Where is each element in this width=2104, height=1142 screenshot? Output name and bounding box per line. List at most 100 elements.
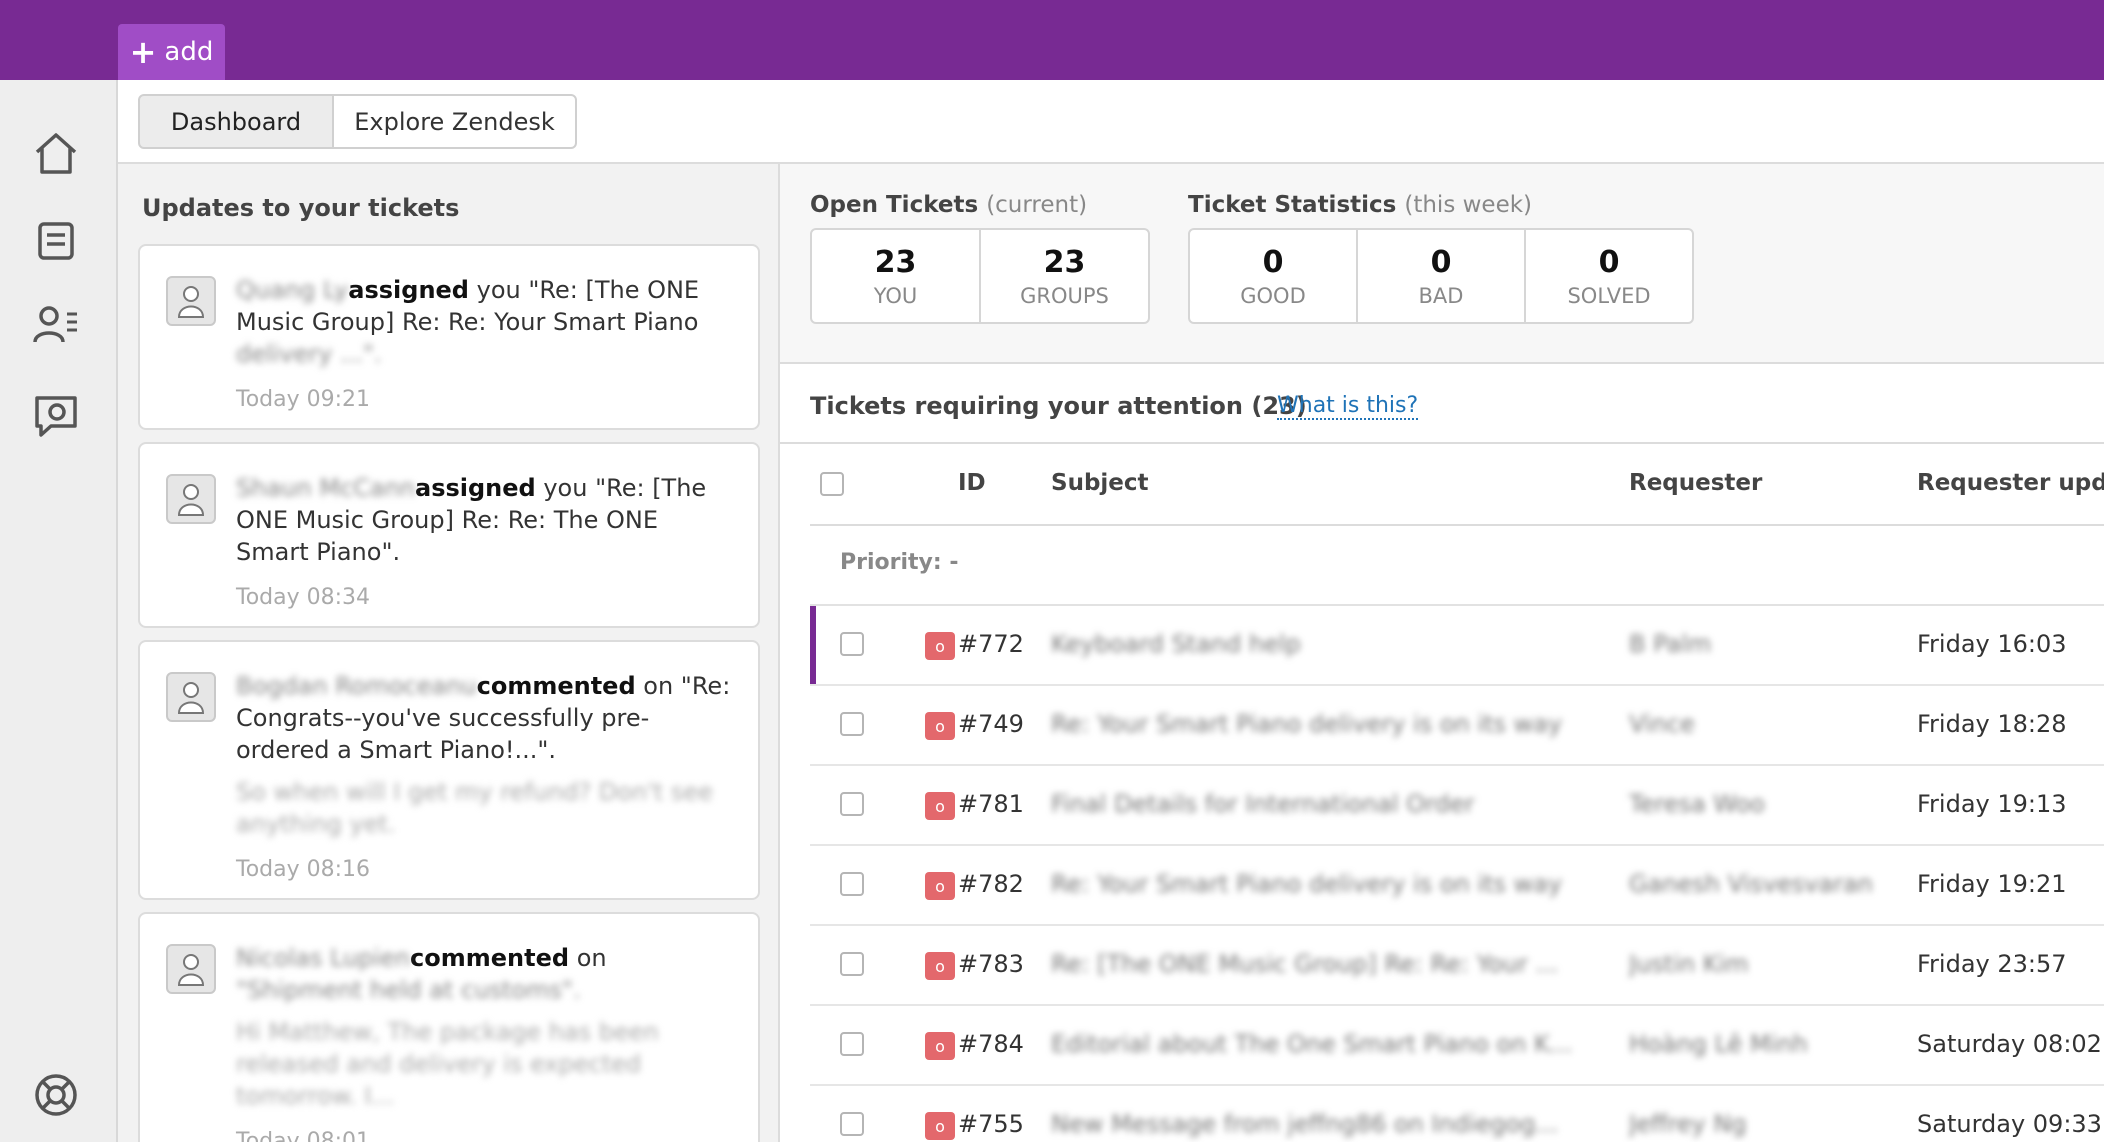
update-actor[interactable]: Bogdan Romoceanu — [236, 672, 477, 700]
home-icon[interactable] — [31, 128, 81, 178]
stat-caption: GOOD — [1240, 283, 1306, 308]
update-verb: assigned — [348, 276, 469, 304]
ticket-subject[interactable]: New Message from jeffng86 on Indiegog... — [1051, 1110, 1571, 1138]
stat-caption: GROUPS — [1020, 283, 1109, 308]
ticket-requester[interactable]: Justin Kim — [1629, 950, 1879, 978]
table-row[interactable]: o #781 Final Details for International Ord… — [810, 766, 2104, 846]
right-toolbar — [780, 80, 2104, 164]
ticket-id: #749 — [958, 710, 1024, 738]
ticket-requester[interactable]: B Palm — [1629, 630, 1879, 658]
status-badge: o — [925, 632, 955, 660]
status-badge: o — [925, 1032, 955, 1060]
ticket-subject[interactable]: Re: Your Smart Piano delivery is on its … — [1051, 710, 1571, 738]
ticket-subject[interactable]: Re: [The ONE Music Group] Re: Re: Your .… — [1051, 950, 1571, 978]
chat-icon[interactable] — [31, 390, 81, 440]
update-card[interactable]: Quang Lyassigned you "Re: [The ONE Music… — [138, 244, 760, 430]
update-time: Today 08:34 — [236, 585, 371, 610]
priority-label: Priority: - — [840, 550, 959, 575]
add-button[interactable]: + add — [118, 24, 225, 80]
status-badge: o — [925, 712, 955, 740]
ticket-id: #755 — [958, 1110, 1024, 1138]
update-comment: So when will I get my refund? Don't see … — [236, 778, 713, 838]
ticket-updated: Friday 16:03 — [1917, 630, 2067, 658]
update-actor[interactable]: Shaun McCann — [236, 474, 415, 502]
stat-solved: 0 SOLVED — [1526, 230, 1692, 322]
ticket-requester[interactable]: Hoàng Lê Minh — [1629, 1030, 1879, 1058]
update-card[interactable]: Shaun McCannassigned you "Re: [The ONE M… — [138, 442, 760, 628]
update-actor[interactable]: Nicolas Lupien — [236, 944, 410, 972]
ticket-requester[interactable]: Teresa Woo — [1629, 790, 1879, 818]
ticket-subject[interactable]: Re: Your Smart Piano delivery is on its … — [1051, 870, 1571, 898]
ticket-updated: Friday 19:13 — [1917, 790, 2067, 818]
left-nav — [0, 80, 118, 1142]
table-row[interactable]: o #784 Editorial about The One Smart Piano… — [810, 1006, 2104, 1086]
update-time: Today 08:01 — [236, 1129, 371, 1142]
open-tickets-you[interactable]: 23 YOU — [812, 230, 981, 322]
status-badge: o — [925, 1112, 955, 1140]
tab-explore-zendesk[interactable]: Explore Zendesk — [332, 94, 577, 149]
row-checkbox[interactable] — [840, 1112, 864, 1136]
ticket-subject[interactable]: Final Details for International Order — [1051, 790, 1571, 818]
person-icon — [177, 954, 205, 986]
dashboard-main: Open Tickets (current) 23 YOU 23 GROUPS … — [780, 80, 2104, 1142]
avatar — [166, 276, 216, 326]
row-checkbox[interactable] — [840, 712, 864, 736]
ticket-id: #772 — [958, 630, 1024, 658]
header-requester[interactable]: Requester — [1629, 470, 1762, 496]
row-checkbox[interactable] — [840, 872, 864, 896]
ticket-updated: Friday 23:57 — [1917, 950, 2067, 978]
update-text: Quang Lyassigned you "Re: [The ONE Music… — [236, 274, 736, 416]
ticket-id: #782 — [958, 870, 1024, 898]
update-card[interactable]: Nicolas Lupiencommented on "Shipment hel… — [138, 912, 760, 1142]
open-tickets-label: Open Tickets (current) — [810, 192, 1088, 218]
plus-icon: + — [129, 33, 157, 71]
stat-value: 23 — [874, 244, 917, 280]
stats-area: Open Tickets (current) 23 YOU 23 GROUPS … — [780, 164, 2104, 364]
stat-caption: BAD — [1418, 283, 1464, 308]
header-subject[interactable]: Subject — [1051, 470, 1149, 496]
ticket-updated: Friday 18:28 — [1917, 710, 2067, 738]
update-actor[interactable]: Quang Ly — [236, 276, 348, 304]
ticket-subject[interactable]: Keyboard Stand help — [1051, 630, 1571, 658]
header-requester-updated[interactable]: Requester updated — [1917, 470, 2104, 496]
update-text: Bogdan Romoceanucommented on "Re: Congra… — [236, 670, 736, 886]
stat-value: 0 — [1598, 244, 1620, 280]
header-id[interactable]: ID — [958, 470, 986, 496]
table-row[interactable]: o #749 Re: Your Smart Piano delivery is on… — [810, 686, 2104, 766]
table-row[interactable]: o #772 Keyboard Stand help B Palm Friday 16:… — [810, 606, 2104, 686]
update-text: Nicolas Lupiencommented on "Shipment hel… — [236, 942, 736, 1142]
stat-caption: YOU — [873, 283, 918, 308]
table-row[interactable]: o #755 New Message from jeffng86 on Indieg… — [810, 1086, 2104, 1142]
status-badge: o — [925, 872, 955, 900]
tab-dashboard[interactable]: Dashboard — [138, 94, 334, 149]
row-checkbox[interactable] — [840, 1032, 864, 1056]
ticket-requester[interactable]: Ganesh Visvesvaran — [1629, 870, 1879, 898]
support-icon[interactable] — [31, 1070, 81, 1120]
row-checkbox[interactable] — [840, 792, 864, 816]
row-checkbox[interactable] — [840, 632, 864, 656]
stat-bad: 0 BAD — [1358, 230, 1526, 322]
table-row[interactable]: o #783 Re: [The ONE Music Group] Re: Re: Y… — [810, 926, 2104, 1006]
table-row[interactable]: o #782 Re: Your Smart Piano delivery is on… — [810, 846, 2104, 926]
avatar — [166, 944, 216, 994]
row-checkbox[interactable] — [840, 952, 864, 976]
person-icon — [177, 286, 205, 318]
ticket-id: #781 — [958, 790, 1024, 818]
ticket-id: #784 — [958, 1030, 1024, 1058]
ticket-requester[interactable]: Vince — [1629, 710, 1879, 738]
stat-value: 0 — [1262, 244, 1284, 280]
select-all-checkbox[interactable] — [820, 472, 844, 496]
ticket-subject[interactable]: Editorial about The One Smart Piano on K… — [1051, 1030, 1571, 1058]
status-badge: o — [925, 952, 955, 980]
update-time: Today 08:16 — [236, 857, 371, 882]
what-is-this-link[interactable]: What is this? — [1277, 393, 1419, 420]
top-bar: + add — [0, 0, 2104, 80]
open-tickets-groups[interactable]: 23 GROUPS — [981, 230, 1148, 322]
ticket-requester[interactable]: Jeffrey Ng — [1629, 1110, 1879, 1138]
open-tickets-box: 23 YOU 23 GROUPS — [810, 228, 1150, 324]
views-icon[interactable] — [31, 216, 81, 266]
update-card[interactable]: Bogdan Romoceanucommented on "Re: Congra… — [138, 640, 760, 900]
customers-icon[interactable] — [31, 300, 81, 350]
update-message-tail: "Shipment held at customs". — [236, 976, 581, 1004]
stat-caption: SOLVED — [1567, 283, 1651, 308]
